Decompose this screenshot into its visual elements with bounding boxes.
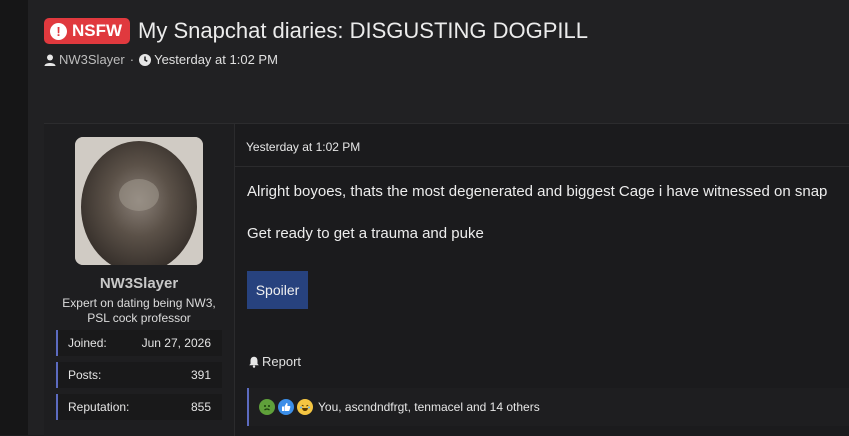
stat-value: Jun 27, 2026 bbox=[141, 336, 211, 350]
stat-label: Posts: bbox=[68, 368, 102, 382]
thumbs-up-icon bbox=[278, 399, 294, 415]
stat-value: 855 bbox=[190, 400, 211, 414]
nsfw-badge-label: NSFW bbox=[72, 21, 123, 40]
thread-author[interactable]: NW3Slayer bbox=[59, 52, 125, 67]
nauseated-face-icon bbox=[259, 399, 275, 415]
clock-icon bbox=[139, 53, 152, 66]
laughing-icon bbox=[297, 399, 313, 415]
reactions-text[interactable]: You, ascndndfrgt, tenmacel and 14 others bbox=[318, 400, 540, 414]
avatar[interactable] bbox=[75, 137, 203, 265]
bell-icon bbox=[249, 356, 259, 368]
post: NW3Slayer Expert on dating being NW3, PS… bbox=[44, 123, 849, 436]
exclamation-icon: ! bbox=[50, 22, 67, 40]
spoiler-button[interactable]: Spoiler bbox=[247, 271, 308, 309]
thread-title: My Snapchat diaries: DISGUSTING DOGPILL bbox=[138, 18, 588, 43]
user-icon bbox=[44, 54, 56, 66]
stat-value: 391 bbox=[190, 368, 211, 382]
thread-meta: NW3Slayer · Yesterday at 1:02 PM bbox=[44, 52, 588, 67]
stat-label: Joined: bbox=[68, 336, 107, 350]
report-link[interactable]: Report bbox=[248, 354, 301, 369]
stat-label: Reputation: bbox=[68, 400, 130, 414]
thread-header: ! NSFW My Snapchat diaries: DISGUSTING D… bbox=[44, 16, 588, 67]
nsfw-badge: ! NSFW bbox=[44, 18, 131, 44]
reactions-bar[interactable]: You, ascndndfrgt, tenmacel and 14 others bbox=[247, 388, 849, 426]
message-line: Get ready to get a trauma and puke bbox=[247, 225, 484, 242]
username[interactable]: NW3Slayer bbox=[44, 275, 234, 292]
post-date[interactable]: Yesterday at 1:02 PM bbox=[246, 140, 360, 154]
message-line: Alright boyoes, thats the most degenerat… bbox=[247, 183, 828, 200]
user-cell: NW3Slayer Expert on dating being NW3, PS… bbox=[44, 124, 235, 436]
stat-joined: Joined: Jun 27, 2026 bbox=[56, 330, 222, 356]
user-title: Expert on dating being NW3, PSL cock pro… bbox=[62, 296, 216, 325]
page-edge bbox=[0, 0, 28, 435]
post-body: Yesterday at 1:02 PM Alright boyoes, tha… bbox=[235, 124, 849, 436]
report-label: Report bbox=[262, 354, 302, 369]
avatar-image bbox=[75, 137, 203, 265]
user-stats: Joined: Jun 27, 2026 Posts: 391 Reputati… bbox=[56, 330, 222, 426]
title-row: ! NSFW My Snapchat diaries: DISGUSTING D… bbox=[44, 16, 588, 46]
meta-separator: · bbox=[129, 52, 135, 67]
divider bbox=[235, 166, 849, 167]
thread-time[interactable]: Yesterday at 1:02 PM bbox=[154, 52, 278, 67]
stat-posts: Posts: 391 bbox=[56, 362, 222, 388]
stat-reputation: Reputation: 855 bbox=[56, 394, 222, 420]
